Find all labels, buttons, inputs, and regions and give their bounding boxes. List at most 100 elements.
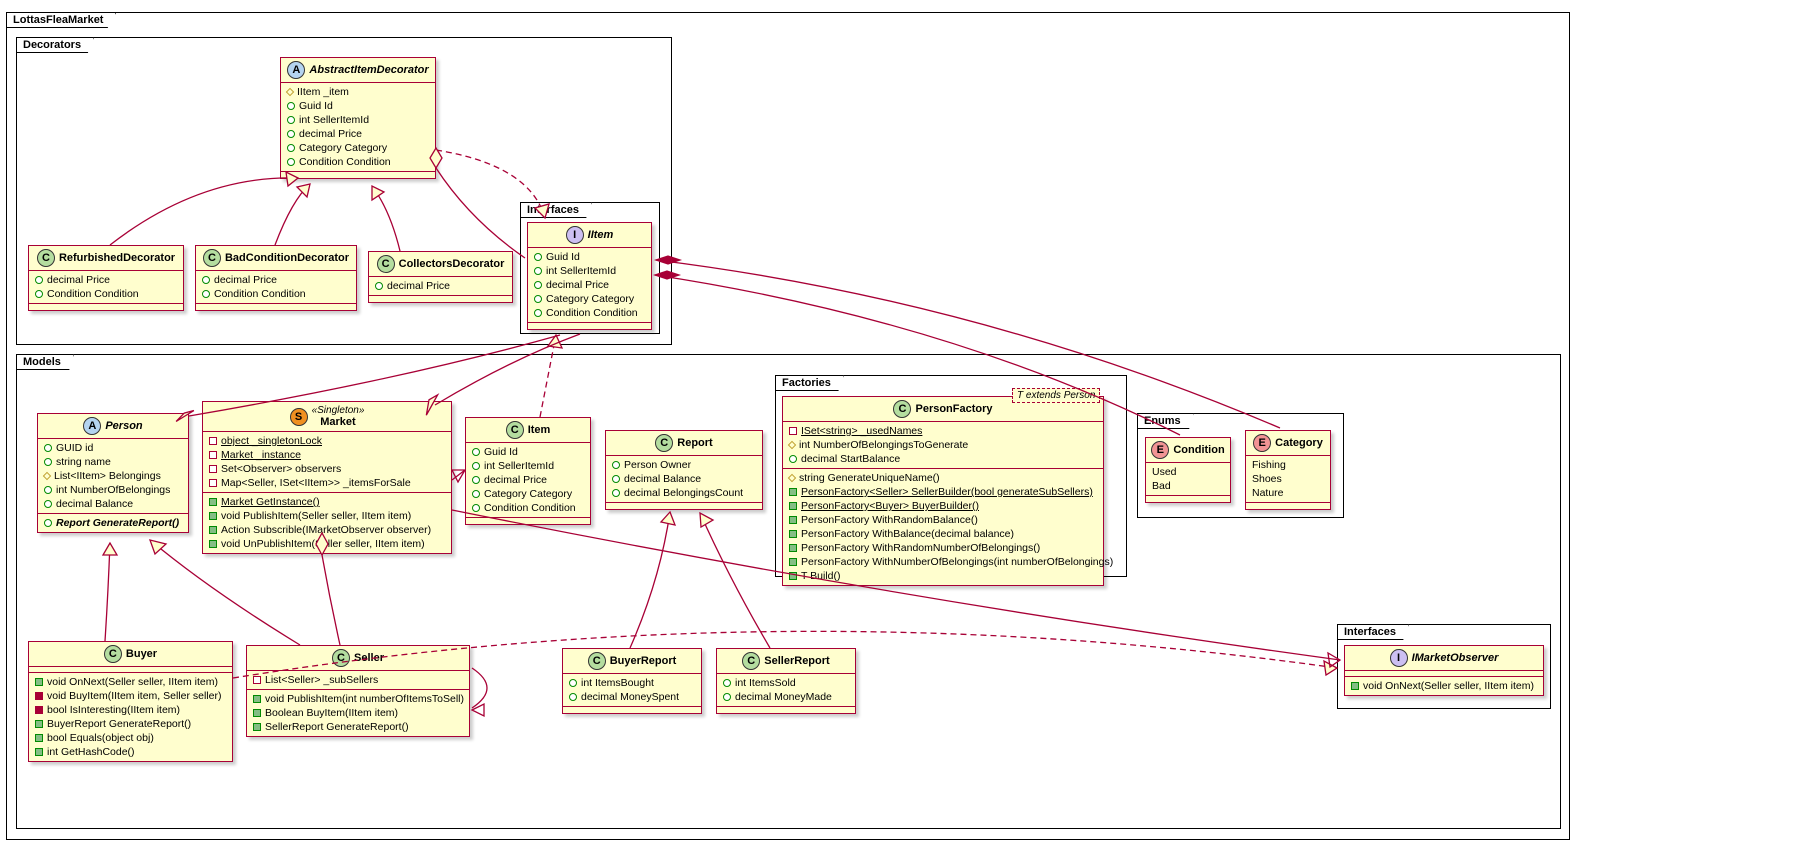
frame-decorators-label: Decorators xyxy=(16,37,94,53)
vis-method-icon xyxy=(35,720,43,728)
vis-method-icon xyxy=(209,498,217,506)
class-report: CReport Person Owner decimal Balance dec… xyxy=(605,430,763,510)
vis-public-icon xyxy=(287,116,295,124)
vis-public-icon xyxy=(472,504,480,512)
class-name: IItem xyxy=(588,229,614,241)
vis-method-icon xyxy=(789,544,797,552)
vis-private-icon xyxy=(253,676,261,684)
vis-public-icon xyxy=(534,267,542,275)
vis-public-icon xyxy=(534,281,542,289)
vis-private-icon xyxy=(209,465,217,473)
class-name: Report xyxy=(677,437,712,449)
class-collectorsdecorator: CCollectorsDecorator decimal Price xyxy=(368,251,513,303)
badge-enum-icon: E xyxy=(1253,434,1271,452)
vis-public-icon xyxy=(723,679,731,687)
badge-class-icon: C xyxy=(655,434,673,452)
badge-class-icon: C xyxy=(104,645,122,663)
frame-dec-interfaces-label: Interfaces xyxy=(520,202,592,218)
vis-public-icon xyxy=(375,282,383,290)
class-name: Category xyxy=(1275,437,1323,449)
badge-class-icon: C xyxy=(203,249,221,267)
frame-root-label: LottasFleaMarket xyxy=(6,12,116,28)
vis-method-icon xyxy=(209,512,217,520)
class-name: Seller xyxy=(354,652,384,664)
class-badconditiondecorator: CBadConditionDecorator decimal Price Con… xyxy=(195,245,357,311)
class-category: ECategory Fishing Shoes Nature xyxy=(1245,430,1331,510)
vis-method-icon xyxy=(253,723,261,731)
class-condition: ECondition Used Bad xyxy=(1145,437,1231,503)
vis-public-icon xyxy=(612,475,620,483)
class-name: Condition xyxy=(1173,444,1224,456)
vis-public-icon xyxy=(472,490,480,498)
class-name: Person xyxy=(105,420,142,432)
frame-models-label: Models xyxy=(16,354,74,370)
badge-class-icon: C xyxy=(893,400,911,418)
vis-protected-icon xyxy=(286,88,294,96)
vis-private-method-icon xyxy=(35,692,43,700)
class-name: RefurbishedDecorator xyxy=(59,252,175,264)
vis-method-icon xyxy=(789,516,797,524)
vis-method-icon xyxy=(789,558,797,566)
class-refurbisheddecorator: CRefurbishedDecorator decimal Price Cond… xyxy=(28,245,184,311)
badge-class-icon: C xyxy=(377,255,395,273)
vis-public-icon xyxy=(44,486,52,494)
class-sellerreport: CSellerReport int ItemsSold decimal Mone… xyxy=(716,648,856,714)
class-name: AbstractItemDecorator xyxy=(309,64,428,76)
vis-public-icon xyxy=(44,444,52,452)
badge-interface-icon: I xyxy=(566,226,584,244)
vis-public-icon xyxy=(569,693,577,701)
class-name: IMarketObserver xyxy=(1412,652,1499,664)
vis-public-icon xyxy=(534,253,542,261)
vis-public-icon xyxy=(287,130,295,138)
vis-public-icon xyxy=(287,144,295,152)
class-iitem: IIItem Guid Id int SellerItemId decimal … xyxy=(527,222,652,330)
vis-public-icon xyxy=(287,158,295,166)
vis-public-icon xyxy=(789,455,797,463)
vis-private-method-icon xyxy=(35,706,43,714)
vis-public-icon xyxy=(472,448,480,456)
vis-public-icon xyxy=(35,290,43,298)
vis-public-icon xyxy=(287,102,295,110)
vis-method-icon xyxy=(209,540,217,548)
vis-method-icon xyxy=(789,502,797,510)
badge-singleton-icon: S xyxy=(290,408,308,426)
class-person: APerson GUID id string name List<IItem> … xyxy=(37,413,189,533)
class-buyer: CBuyer void OnNext(Seller seller, IItem … xyxy=(28,641,233,762)
class-name: PersonFactory xyxy=(915,403,992,415)
vis-private-icon xyxy=(789,427,797,435)
vis-public-icon xyxy=(472,462,480,470)
frame-factories-label: Factories xyxy=(775,375,844,391)
class-name: CollectorsDecorator xyxy=(399,258,505,270)
frame-mod-interfaces-label: Interfaces xyxy=(1337,624,1409,640)
vis-protected-icon xyxy=(43,472,51,480)
vis-public-icon xyxy=(35,276,43,284)
vis-private-icon xyxy=(209,479,217,487)
class-name: Buyer xyxy=(126,648,157,660)
class-personfactory: CPersonFactory ISet<string> _usedNames i… xyxy=(782,396,1104,586)
class-buyerreport: CBuyerReport int ItemsBought decimal Mon… xyxy=(562,648,702,714)
vis-public-icon xyxy=(472,476,480,484)
badge-class-icon: C xyxy=(588,652,606,670)
vis-private-icon xyxy=(209,437,217,445)
badge-abstract-icon: A xyxy=(287,61,305,79)
vis-public-icon xyxy=(534,309,542,317)
vis-method-icon xyxy=(209,526,217,534)
vis-method-icon xyxy=(35,748,43,756)
class-name: BadConditionDecorator xyxy=(225,252,349,264)
class-item: CItem Guid Id int SellerItemId decimal P… xyxy=(465,417,591,525)
vis-public-icon xyxy=(202,290,210,298)
vis-private-icon xyxy=(209,451,217,459)
vis-public-icon xyxy=(44,519,52,527)
class-abstractitemdecorator: AAbstractItemDecorator IItem _item Guid … xyxy=(280,57,436,179)
vis-method-icon xyxy=(35,678,43,686)
class-name: BuyerReport xyxy=(610,655,677,667)
vis-public-icon xyxy=(44,500,52,508)
badge-enum-icon: E xyxy=(1151,441,1169,459)
class-name: Item xyxy=(528,424,551,436)
badge-class-icon: C xyxy=(332,649,350,667)
badge-interface-icon: I xyxy=(1390,649,1408,667)
badge-class-icon: C xyxy=(506,421,524,439)
class-seller: CSeller List<Seller> _subSellers void Pu… xyxy=(246,645,470,737)
vis-protected-icon xyxy=(788,474,796,482)
badge-class-icon: C xyxy=(37,249,55,267)
